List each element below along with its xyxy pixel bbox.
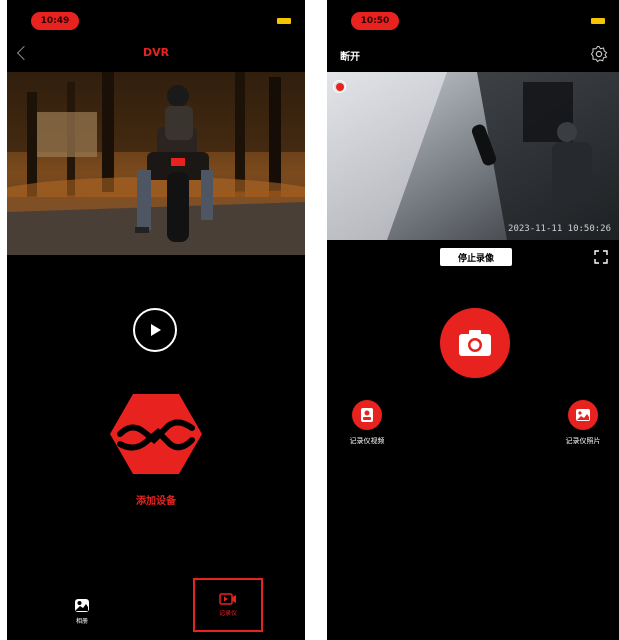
add-device-button[interactable] [110,392,202,476]
capture-photo-button[interactable] [440,308,510,378]
add-device-label[interactable]: 添加设备 [7,492,305,507]
tab-album[interactable]: 相册 [66,598,98,625]
photo-file-icon [568,400,598,430]
album-icon [75,599,89,612]
page-title: DVR [142,46,170,59]
video-camera-icon [219,593,236,605]
live-recording-screen: 10:50 断开 2023-11-11 10:50:26 停止录像 记录仪视频 … [327,0,619,640]
recording-indicator-icon [333,80,346,93]
live-video-feed[interactable] [327,72,619,240]
fullscreen-icon[interactable] [594,250,608,264]
recorder-photo-label: 记录仪照片 [565,437,601,445]
status-time: 10:50 [351,12,399,30]
battery-icon [591,18,605,24]
status-time: 10:49 [31,12,79,30]
video-file-icon [352,400,382,430]
status-bar: 10:50 [327,0,619,34]
status-bar: 10:49 [7,0,305,34]
stop-recording-button[interactable]: 停止录像 [440,248,512,266]
brand-logo-icon [110,394,202,474]
gear-icon[interactable] [590,45,608,63]
tab-album-label: 相册 [75,618,88,625]
video-timestamp: 2023-11-11 10:50:26 [508,224,611,234]
battery-icon [277,18,291,24]
tab-recorder[interactable]: 记录仪 [193,578,263,632]
recorder-video-label: 记录仪视频 [349,437,385,445]
recorder-photo-button[interactable]: 记录仪照片 [555,400,611,446]
camera-icon [459,330,491,356]
video-preview[interactable] [7,72,305,255]
disconnect-status[interactable]: 断开 [340,48,360,63]
play-icon [151,324,161,336]
recorder-video-button[interactable]: 记录仪视频 [341,400,393,446]
motorcycle-scene-image [7,72,305,255]
play-button[interactable] [133,308,177,352]
dvr-home-screen: 10:49 DVR 添加设备 相册 记录仪 [7,0,305,640]
night-camera-image [327,72,619,240]
tab-recorder-label: 记录仪 [218,610,237,617]
